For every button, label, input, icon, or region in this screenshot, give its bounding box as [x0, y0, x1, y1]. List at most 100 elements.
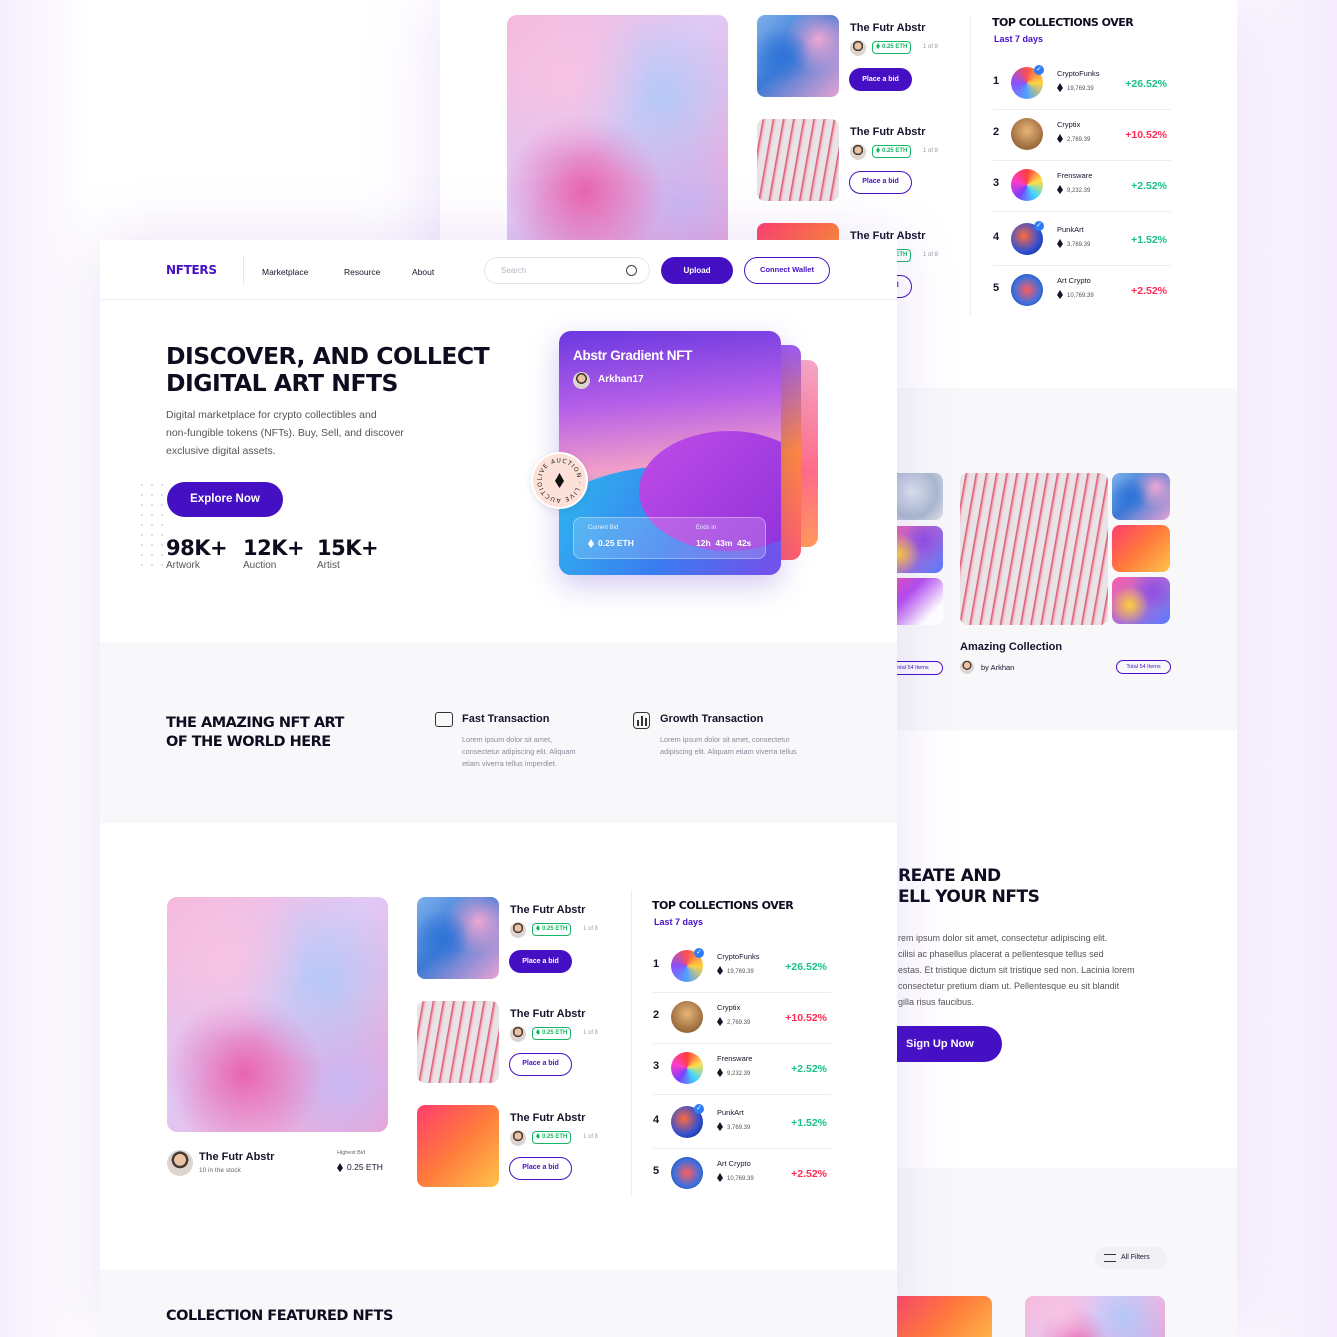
collection-name[interactable]: Cryptix	[1057, 120, 1080, 129]
place-bid-button[interactable]: Place a bid	[509, 1053, 572, 1076]
divider	[243, 256, 244, 284]
divider	[970, 15, 971, 315]
rank-number: 3	[653, 1060, 660, 1072]
dot-pattern	[137, 480, 167, 570]
avatar	[510, 922, 526, 938]
place-bid-button[interactable]: Place a bid	[509, 1157, 572, 1180]
change-percent: +26.52%	[1125, 78, 1167, 90]
ends-label: Ends in	[696, 525, 717, 531]
stat-value: 98K+	[166, 536, 228, 560]
collection-name[interactable]: Cryptix	[717, 1003, 740, 1012]
stat-value: 15K+	[317, 536, 379, 560]
create-title: REATE AND	[898, 866, 1001, 886]
edition-count: 1 of 8	[923, 44, 939, 50]
featured-nft-image[interactable]	[507, 15, 728, 250]
collection-author: by Arkhan	[981, 663, 1015, 672]
collection-main-image[interactable]	[960, 473, 1108, 625]
filter-icon	[1104, 1254, 1116, 1262]
nft-card-image[interactable]	[1025, 1296, 1165, 1337]
price-badge: 0.25 ETH	[872, 41, 912, 54]
collection-thumb[interactable]	[1112, 473, 1170, 520]
listing-title: The Futr Abstr	[850, 126, 926, 138]
collection-avatar[interactable]	[1011, 169, 1043, 201]
divider	[993, 160, 1171, 161]
rank-number: 1	[993, 75, 1000, 87]
search-icon[interactable]	[626, 265, 637, 276]
collection-avatar[interactable]	[1011, 118, 1043, 150]
collection-thumb[interactable]	[1112, 577, 1170, 624]
collection-volume: 10,769.39	[717, 1173, 754, 1182]
period-label: Last 7 days	[994, 34, 1044, 44]
collection-name[interactable]: CryptoFunks	[1057, 69, 1100, 78]
collection-avatar[interactable]	[1011, 274, 1043, 306]
collection-name[interactable]: Frensware	[717, 1054, 752, 1063]
divider	[653, 1094, 831, 1095]
nav-resource[interactable]: Resource	[344, 267, 380, 277]
features-section: THE AMAZING NFT ART OF THE WORLD HERE Fa…	[100, 642, 897, 823]
explore-now-button[interactable]: Explore Now	[167, 482, 283, 517]
divider	[993, 211, 1171, 212]
collection-name[interactable]: PunkArt	[717, 1108, 744, 1117]
collection-avatar[interactable]	[671, 1052, 703, 1084]
create-description: rem ipsum dolor sit amet, consectetur ad…	[898, 930, 1135, 1010]
collection-name[interactable]: Art Crypto	[1057, 276, 1091, 285]
text-line: non-fungible tokens (NFTs). Buy, Sell, a…	[166, 427, 404, 439]
period-label: Last 7 days	[654, 917, 704, 927]
rank-number: 3	[993, 177, 1000, 189]
listing-image[interactable]	[417, 1105, 499, 1187]
hero-nft-card[interactable]: Abstr Gradient NFT Arkhan17 Current Bid …	[559, 331, 781, 575]
collection-volume: 3,769.39	[1057, 239, 1090, 248]
sign-up-button[interactable]: Sign Up Now	[880, 1026, 1002, 1062]
verified-icon: ✓	[1034, 221, 1044, 231]
search-input[interactable]: Search	[484, 257, 650, 284]
stat-value: 12K+	[243, 536, 305, 560]
listing-image[interactable]	[417, 897, 499, 979]
place-bid-button[interactable]: Place a bid	[849, 68, 912, 91]
listing-image[interactable]	[757, 119, 839, 201]
features-title: OF THE WORLD HERE	[166, 734, 331, 750]
stat-label: Artwork	[166, 560, 200, 571]
collection-avatar[interactable]	[671, 1001, 703, 1033]
place-bid-button[interactable]: Place a bid	[849, 171, 912, 194]
divider	[653, 1148, 831, 1149]
price-badge: 0.25 ETH	[532, 1131, 572, 1144]
collection-name[interactable]: PunkArt	[1057, 225, 1084, 234]
edition-count: 1 of 8	[923, 148, 939, 154]
highest-bid-label: Highest Bid	[337, 1150, 366, 1156]
collection-name[interactable]: CryptoFunks	[717, 952, 760, 961]
collection-volume: 9,232.39	[1057, 185, 1090, 194]
text-line: exclusive digital assets.	[166, 445, 276, 457]
nav-marketplace[interactable]: Marketplace	[262, 267, 308, 277]
collection-name[interactable]: Amazing Collection	[960, 641, 1062, 653]
collection-name[interactable]: Frensware	[1057, 171, 1092, 180]
listing-image[interactable]	[417, 1001, 499, 1083]
hero-title: DISCOVER, AND COLLECT	[166, 342, 490, 370]
verified-icon: ✓	[694, 948, 704, 958]
text-line: estas. Et tristique dictum sit tristique…	[898, 965, 1135, 975]
total-items-badge: Total 54 Items	[1116, 660, 1171, 674]
avatar	[573, 372, 590, 389]
upload-button[interactable]: Upload	[661, 257, 733, 284]
collection-thumb[interactable]	[1112, 525, 1170, 572]
featured-nft-title: The Futr Abstr	[199, 1151, 275, 1163]
header-border	[100, 299, 897, 300]
main-page: NFTERS Marketplace Resource About Search…	[100, 240, 897, 1337]
nav-about[interactable]: About	[412, 267, 434, 277]
rank-number: 2	[653, 1009, 660, 1021]
place-bid-button[interactable]: Place a bid	[509, 950, 572, 973]
edition-count: 1 of 8	[583, 926, 599, 932]
stat-label: Auction	[243, 560, 277, 571]
text-line: Lorem ipsum dolor sit amet,	[462, 735, 553, 744]
collection-avatar[interactable]	[671, 1157, 703, 1189]
search-placeholder: Search	[501, 266, 527, 275]
all-filters-button[interactable]: All Filters	[1095, 1247, 1167, 1269]
brand-logo[interactable]: NFTERS	[166, 263, 217, 277]
rank-number: 4	[653, 1114, 660, 1126]
listing-image[interactable]	[757, 15, 839, 97]
featured-nft-image[interactable]	[167, 897, 388, 1132]
divider	[653, 992, 831, 993]
text-line: cilisi ac phasellus placerat a pellentes…	[898, 949, 1104, 959]
connect-wallet-button[interactable]: Connect Wallet	[744, 257, 830, 284]
collection-name[interactable]: Art Crypto	[717, 1159, 751, 1168]
rank-number: 4	[993, 231, 1000, 243]
